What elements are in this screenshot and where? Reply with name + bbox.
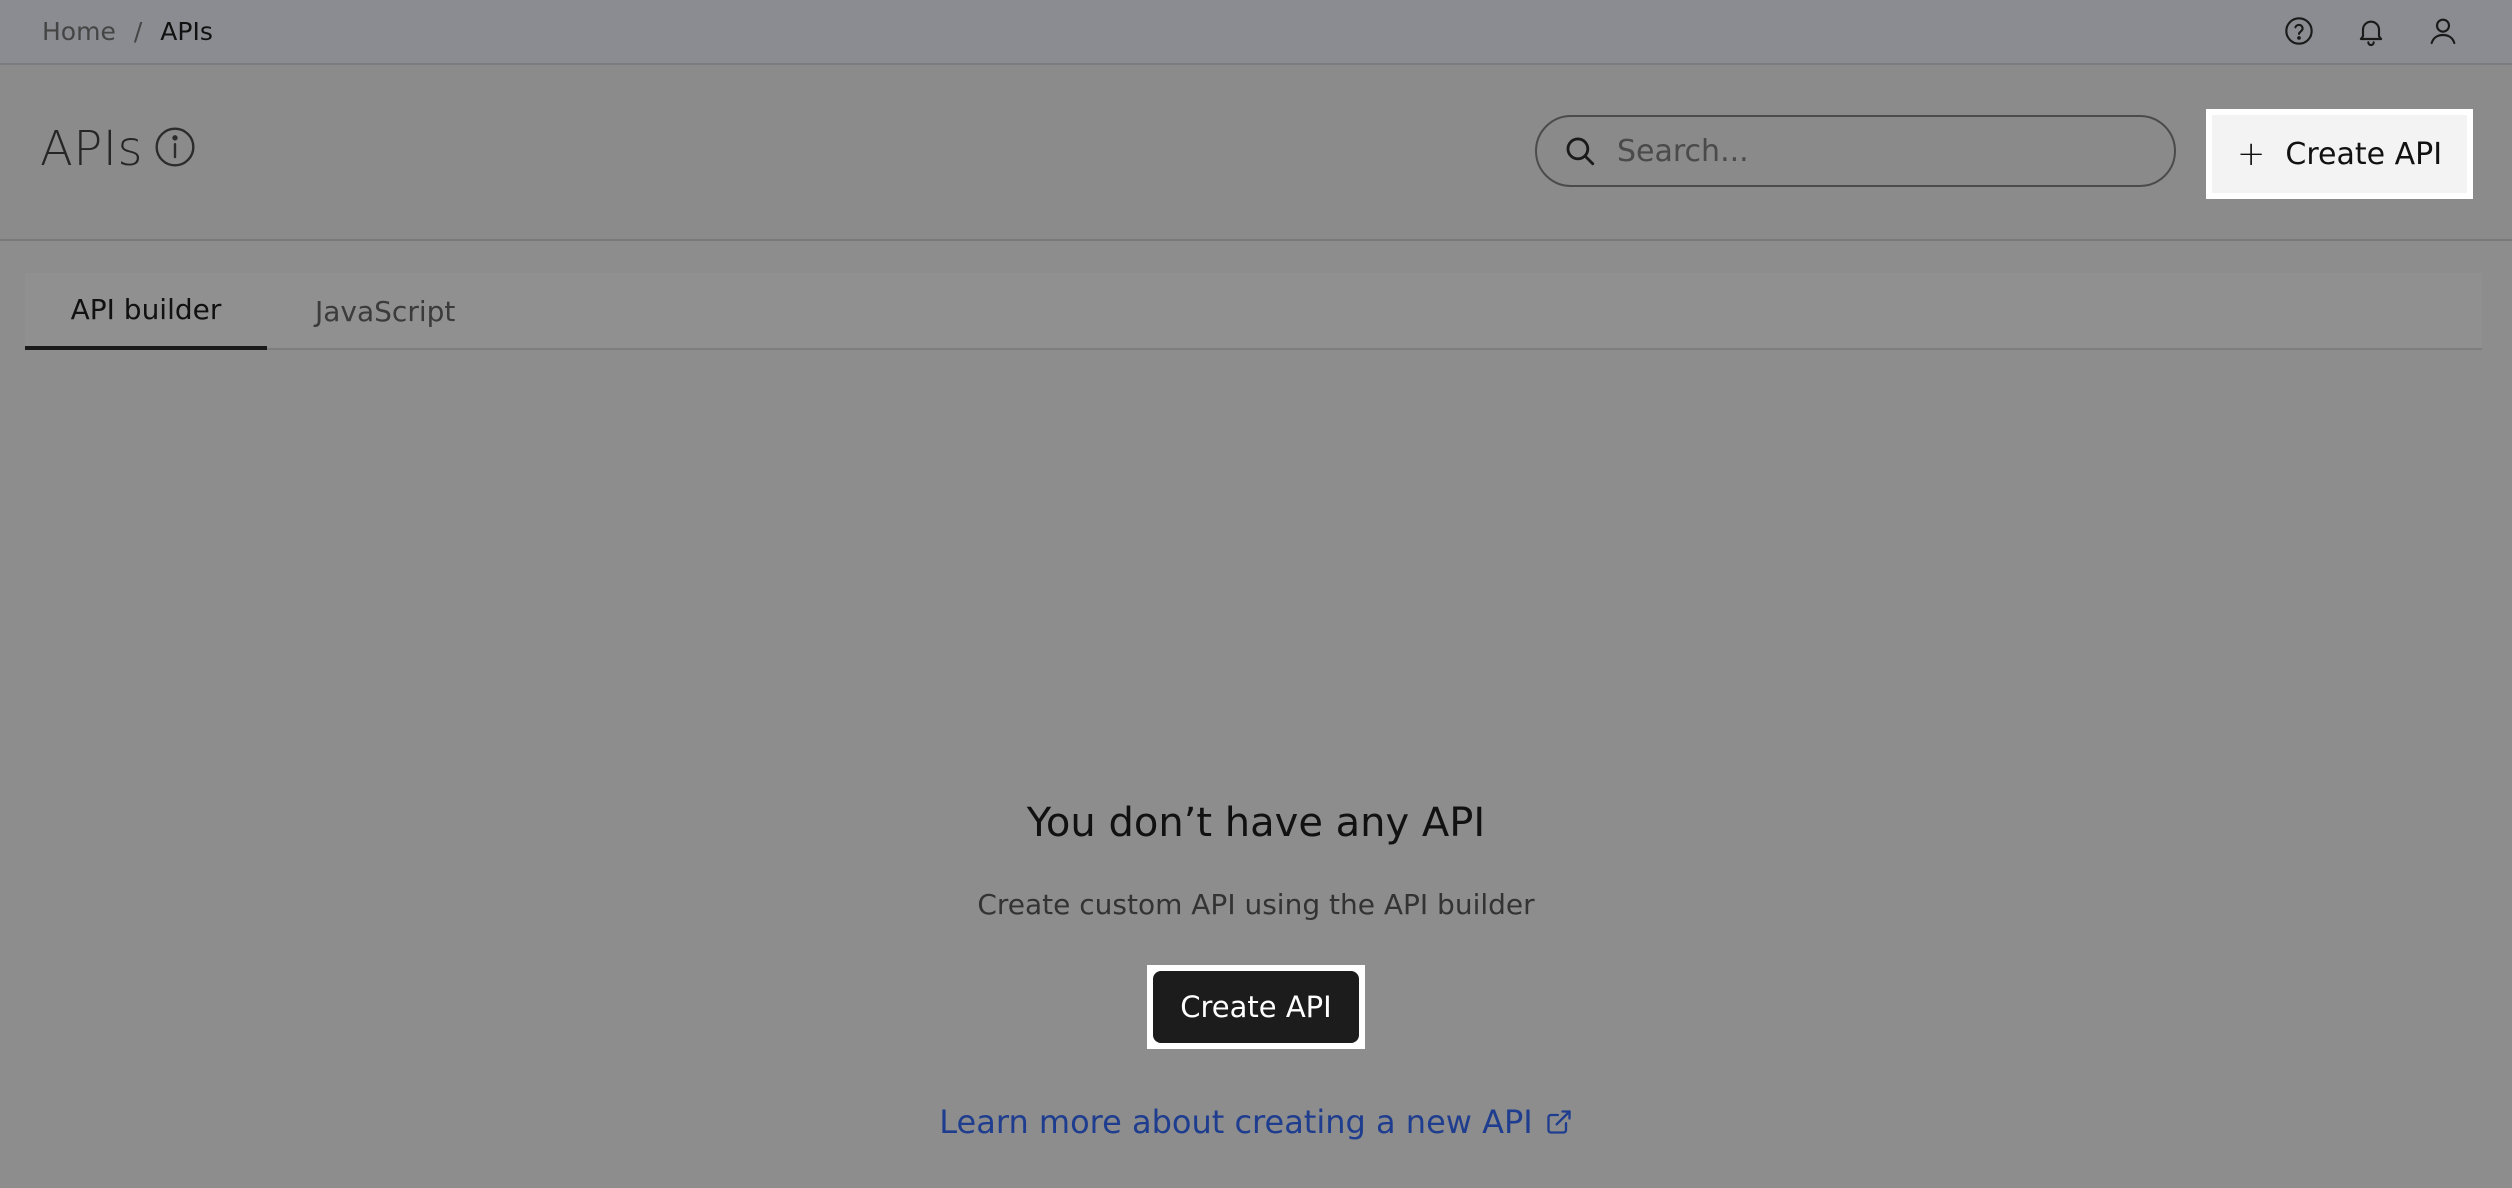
page-header: APIs + Create API [0, 65, 2512, 241]
create-api-button-top[interactable]: + Create API [2212, 115, 2467, 193]
tab-bar: API builder JavaScript [25, 273, 2482, 350]
page-title: APIs [40, 121, 143, 177]
top-bar: Home / APIs [0, 0, 2512, 65]
create-api-button-center-highlight: Create API [1147, 965, 1365, 1049]
bell-icon[interactable] [2354, 14, 2388, 48]
learn-more-link[interactable]: Learn more about creating a new API [0, 1103, 2512, 1141]
tab-javascript[interactable]: JavaScript [267, 273, 503, 350]
plus-icon: + [2236, 134, 2266, 174]
external-link-icon [1547, 1110, 1571, 1134]
search-input[interactable] [1615, 132, 2135, 170]
top-icon-group [2282, 0, 2460, 62]
help-circle-icon[interactable] [2282, 14, 2316, 48]
empty-state-title: You don’t have any API [1026, 800, 1486, 846]
breadcrumb-separator: / [133, 16, 143, 46]
create-api-button-top-label: Create API [2285, 136, 2443, 172]
breadcrumb-home[interactable]: Home [42, 17, 116, 46]
empty-state: You don’t have any API Create custom API… [0, 780, 2512, 1141]
empty-state-subtitle: Create custom API using the API builder [977, 888, 1535, 921]
tab-api-builder[interactable]: API builder [25, 273, 267, 350]
search-icon [1566, 137, 1595, 166]
search-box[interactable] [1535, 115, 2176, 187]
learn-more-link-text: Learn more about creating a new API [939, 1103, 1533, 1141]
create-api-button-highlight: + Create API [2206, 109, 2473, 199]
create-api-button-center[interactable]: Create API [1153, 971, 1359, 1043]
page-title-group: APIs [40, 121, 197, 177]
info-icon[interactable] [153, 125, 197, 173]
breadcrumb-current: APIs [160, 16, 213, 46]
user-icon[interactable] [2426, 14, 2460, 48]
breadcrumb: Home / APIs [42, 0, 213, 62]
